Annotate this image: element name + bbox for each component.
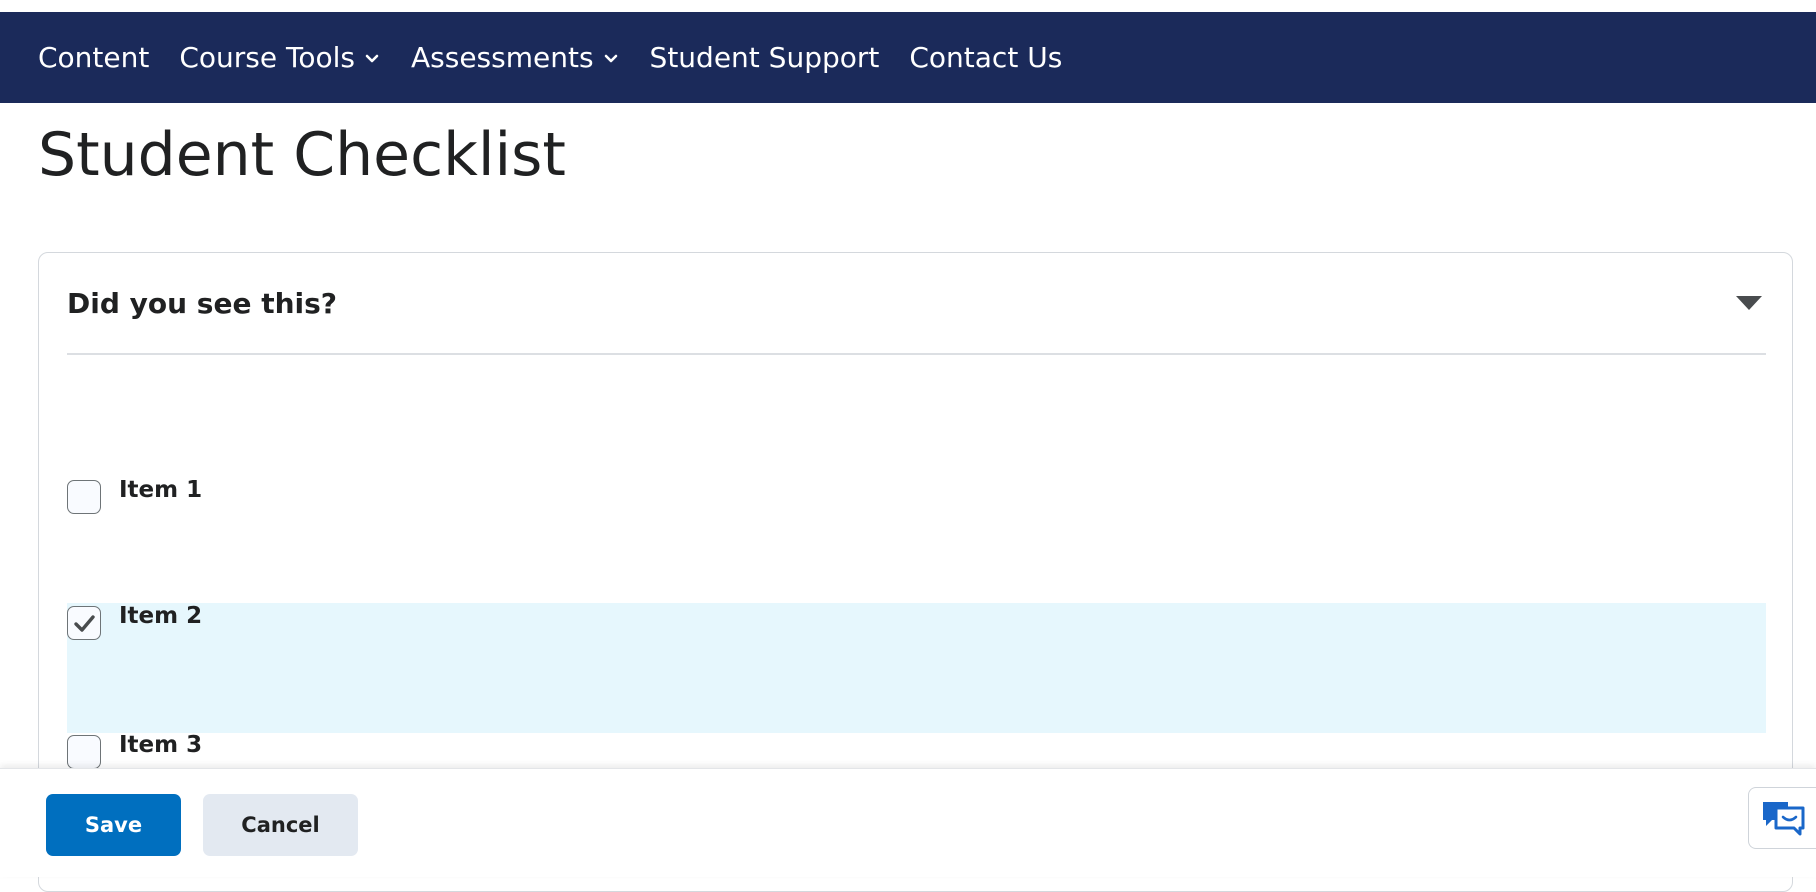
item-1-checkbox[interactable] <box>67 480 101 514</box>
nav-item-assessments[interactable]: Assessments <box>411 41 620 74</box>
save-button[interactable]: Save <box>46 794 181 856</box>
nav-item-content[interactable]: Content <box>38 41 149 74</box>
category-header[interactable]: Did you see this? <box>67 253 1766 355</box>
category-title: Did you see this? <box>67 286 338 320</box>
page-title: Student Checklist <box>38 120 566 190</box>
nav-item-label: Student Support <box>649 41 880 74</box>
item-label[interactable]: Item 2 <box>119 603 202 629</box>
nav-item-label: Contact Us <box>909 41 1063 74</box>
floating-button-bar: Save Cancel <box>0 768 1816 877</box>
nav-item-course-tools[interactable]: Course Tools <box>179 41 381 74</box>
checklist-item: Item 2 <box>67 603 1766 733</box>
course-navbar: Content Course Tools Assessments Student… <box>0 12 1816 103</box>
item-label[interactable]: Item 3 <box>119 732 202 758</box>
chevron-down-icon <box>365 54 379 62</box>
item-3-checkbox[interactable] <box>67 735 101 769</box>
top-strip <box>0 0 1816 12</box>
chevron-down-icon <box>604 54 617 62</box>
nav-item-contact-us[interactable]: Contact Us <box>909 41 1062 74</box>
nav-item-label: Assessments <box>411 41 594 74</box>
nav-item-student-support[interactable]: Student Support <box>650 41 880 74</box>
checklist-item: Item 1 <box>67 477 1766 605</box>
chat-icon <box>1762 802 1804 836</box>
item-label[interactable]: Item 1 <box>119 477 202 503</box>
item-2-checkbox[interactable] <box>67 606 101 640</box>
chat-widget-button[interactable] <box>1748 787 1816 849</box>
caret-down-icon[interactable] <box>1734 293 1764 313</box>
checkmark-icon <box>74 615 95 632</box>
nav-item-label: Course Tools <box>179 41 355 74</box>
nav-item-label: Content <box>38 41 150 74</box>
cancel-button[interactable]: Cancel <box>203 794 358 856</box>
